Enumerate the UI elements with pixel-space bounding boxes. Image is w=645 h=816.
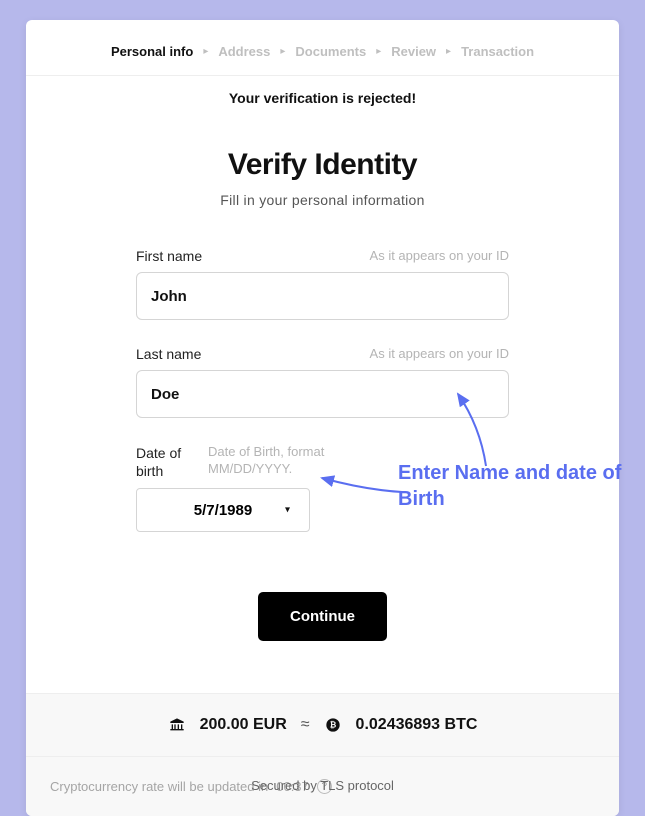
continue-button[interactable]: Continue bbox=[258, 592, 387, 641]
secured-by-text: Secured by TLS protocol bbox=[0, 778, 645, 793]
approx-symbol: ≈ bbox=[301, 716, 310, 734]
page-title: Verify Identity bbox=[26, 148, 619, 182]
dob-picker[interactable]: 5/7/1989 bbox=[136, 488, 310, 532]
crumb-review[interactable]: Review bbox=[391, 44, 436, 59]
chevron-right-icon: ▸ bbox=[203, 46, 208, 57]
chevron-right-icon: ▸ bbox=[376, 46, 381, 57]
crumb-documents[interactable]: Documents bbox=[295, 44, 366, 59]
last-name-hint: As it appears on your ID bbox=[370, 346, 509, 361]
last-name-label: Last name bbox=[136, 346, 201, 362]
breadcrumb: Personal info ▸ Address ▸ Documents ▸ Re… bbox=[26, 20, 619, 76]
conversion-summary: 200.00 EUR ≈ ₿ 0.02436893 BTC bbox=[26, 693, 619, 756]
first-name-label: First name bbox=[136, 248, 202, 264]
chevron-right-icon: ▸ bbox=[446, 46, 451, 57]
fiat-amount: 200.00 EUR bbox=[200, 716, 287, 734]
identity-form: First name As it appears on your ID Last… bbox=[26, 214, 619, 693]
chevron-right-icon: ▸ bbox=[280, 46, 285, 57]
field-dob: Date of birth Date of Birth, format MM/D… bbox=[136, 444, 509, 532]
verification-card: Personal info ▸ Address ▸ Documents ▸ Re… bbox=[26, 20, 619, 816]
page-heading: Verify Identity Fill in your personal in… bbox=[26, 120, 619, 214]
status-banner: Your verification is rejected! bbox=[26, 76, 619, 120]
page-subtitle: Fill in your personal information bbox=[26, 192, 619, 208]
svg-text:₿: ₿ bbox=[329, 721, 336, 730]
dob-label: Date of birth bbox=[136, 444, 196, 480]
dob-hint: Date of Birth, format MM/DD/YYYY. bbox=[208, 444, 368, 478]
bitcoin-icon: ₿ bbox=[324, 716, 342, 734]
first-name-hint: As it appears on your ID bbox=[370, 248, 509, 263]
crumb-address[interactable]: Address bbox=[218, 44, 270, 59]
crumb-personal-info[interactable]: Personal info bbox=[111, 44, 193, 59]
first-name-input[interactable] bbox=[136, 272, 509, 320]
crypto-amount: 0.02436893 BTC bbox=[356, 716, 478, 734]
last-name-input[interactable] bbox=[136, 370, 509, 418]
field-last-name: Last name As it appears on your ID bbox=[136, 346, 509, 418]
bank-icon bbox=[168, 716, 186, 734]
field-first-name: First name As it appears on your ID bbox=[136, 248, 509, 320]
crumb-transaction[interactable]: Transaction bbox=[461, 44, 534, 59]
